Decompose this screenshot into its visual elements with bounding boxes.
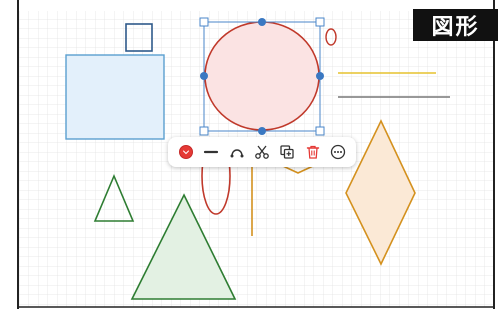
resize-handle-top-left[interactable] (199, 17, 209, 27)
resize-handle-bottom-left[interactable] (199, 126, 209, 136)
stroke-width-button[interactable] (199, 140, 223, 164)
scissors-icon (255, 145, 269, 159)
title-badge: 図形 (413, 9, 498, 41)
resize-handle-left[interactable] (200, 72, 208, 80)
resize-handle-bottom-right[interactable] (315, 126, 325, 136)
curve-edit-button[interactable] (225, 140, 249, 164)
title-badge-label: 図形 (431, 15, 480, 40)
trash-icon (306, 145, 319, 159)
shape-context-toolbar (168, 137, 356, 167)
stroke-line-icon (204, 150, 219, 154)
cut-button[interactable] (250, 140, 274, 164)
curve-icon (230, 149, 244, 158)
resize-handle-top[interactable] (258, 18, 266, 26)
resize-handle-top-right[interactable] (315, 17, 325, 27)
blue-rectangle-shape[interactable] (65, 54, 165, 140)
more-options-button[interactable] (326, 140, 350, 164)
copy-icon (280, 145, 294, 159)
duplicate-button[interactable] (275, 140, 299, 164)
delete-button[interactable] (301, 140, 325, 164)
color-dot-icon (179, 145, 193, 159)
resize-handle-right[interactable] (316, 72, 324, 80)
more-icon (330, 144, 346, 160)
screenshot-stage: 図形 (0, 0, 500, 309)
selected-circle-shape[interactable] (204, 21, 320, 131)
color-picker-button[interactable] (174, 140, 198, 164)
resize-handle-bottom[interactable] (258, 127, 266, 135)
